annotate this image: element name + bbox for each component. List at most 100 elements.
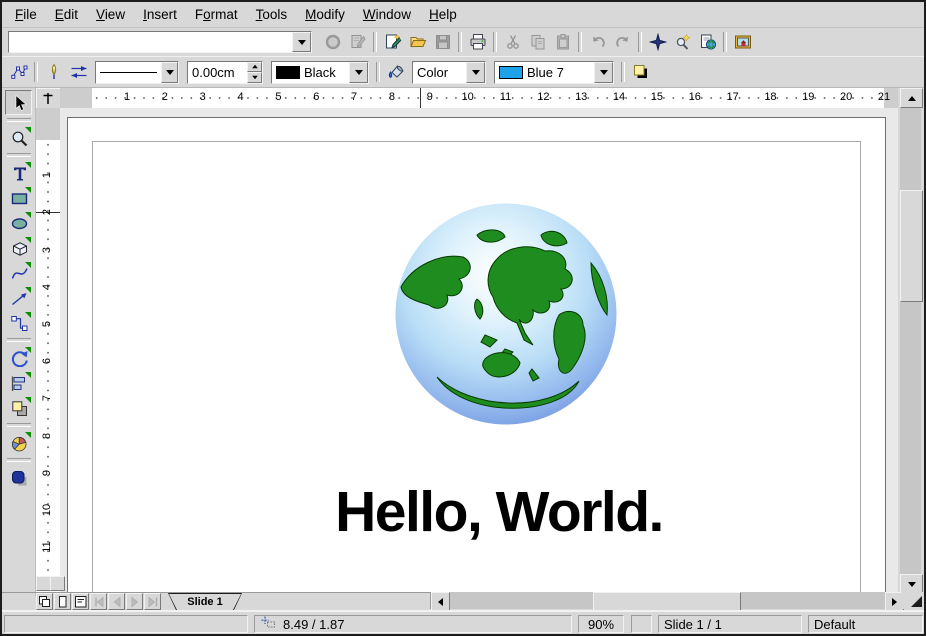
scroll-left-button[interactable]	[431, 592, 450, 611]
paste-button[interactable]	[550, 30, 575, 55]
hruler-number: 8	[383, 91, 401, 103]
tool-objects-3d-button[interactable]	[5, 235, 32, 260]
save-document-button[interactable]	[430, 30, 455, 55]
print-button[interactable]	[465, 30, 490, 55]
redo-button[interactable]	[610, 30, 635, 55]
stop-loading-button[interactable]	[320, 30, 345, 55]
status-position-cell: 8.49 / 1.87	[254, 615, 572, 633]
line-style-dropdown-button[interactable]	[161, 62, 178, 83]
menu-view[interactable]: View	[87, 4, 134, 25]
tool-zoom-button[interactable]	[5, 125, 32, 150]
tool-connector-button[interactable]	[5, 310, 32, 335]
line-width-value[interactable]: 0.00cm	[188, 62, 247, 83]
next-slide-icon	[128, 595, 142, 609]
zoom-level-value: 90%	[588, 617, 614, 632]
edit-file-button[interactable]	[345, 30, 370, 55]
globe-graphic[interactable]	[393, 201, 619, 427]
hruler-number: 17	[724, 91, 742, 103]
line-width-down-button[interactable]	[247, 72, 262, 83]
menu-modify[interactable]: Modify	[296, 4, 354, 25]
window-resize-grip[interactable]	[901, 592, 924, 609]
vruler-number: 3	[39, 242, 55, 258]
gallery-button[interactable]	[730, 30, 755, 55]
url-dropdown-button[interactable]	[292, 32, 311, 52]
open-document-button[interactable]	[405, 30, 430, 55]
menu-edit[interactable]: Edit	[46, 4, 87, 25]
tool-arrange-button[interactable]	[5, 395, 32, 420]
fill-type-dropdown-button[interactable]	[466, 62, 485, 83]
shadow-button[interactable]	[628, 60, 653, 85]
gallery-document-button[interactable]	[695, 30, 720, 55]
slide-page[interactable]: Hello, World.	[67, 117, 886, 592]
line-width-up-button[interactable]	[247, 62, 262, 73]
url-combobox[interactable]	[8, 31, 312, 53]
splitter-handle[interactable]	[36, 576, 51, 591]
navigator-button[interactable]	[645, 30, 670, 55]
cut-button[interactable]	[500, 30, 525, 55]
tool-select-button[interactable]	[5, 90, 32, 115]
menu-file[interactable]: File	[6, 4, 46, 25]
copy-button[interactable]	[525, 30, 550, 55]
fill-color-dropdown[interactable]: Blue 7	[494, 61, 614, 84]
next-slide-button[interactable]	[126, 593, 143, 610]
last-slide-button[interactable]	[144, 593, 161, 610]
fill-style-button[interactable]	[383, 60, 408, 85]
vertical-scroll-thumb[interactable]	[900, 190, 923, 302]
line-style-dropdown[interactable]	[95, 61, 179, 84]
hruler-number: 13	[572, 91, 590, 103]
tool-rotate-button[interactable]	[5, 345, 32, 370]
slide-view-button[interactable]	[36, 593, 53, 610]
vertical-scrollbar[interactable]	[900, 88, 921, 592]
navigator-icon	[649, 33, 667, 51]
status-page-style-cell[interactable]: Default	[808, 615, 923, 633]
status-zoom-cell[interactable]: 90%	[578, 615, 624, 633]
outline-view-button[interactable]	[72, 593, 89, 610]
tool-insert-button[interactable]	[5, 430, 32, 455]
tool-curve-button[interactable]	[5, 260, 32, 285]
splitter-handle[interactable]	[50, 576, 65, 591]
separator	[493, 32, 497, 52]
url-input[interactable]	[9, 32, 292, 52]
fill-color-dropdown-button[interactable]	[594, 62, 613, 83]
slide-title-text[interactable]: Hello, World.	[289, 480, 709, 544]
vertical-ruler: 123456789101112	[36, 108, 61, 592]
undo-button[interactable]	[585, 30, 610, 55]
tool-rectangle-button[interactable]	[5, 185, 32, 210]
ruler-origin-button[interactable]	[36, 88, 62, 110]
vruler-number: 8	[39, 428, 55, 444]
slide-indicator-value: Slide 1 / 1	[664, 617, 722, 632]
tool-text-button[interactable]	[5, 160, 32, 185]
line-width-spinner[interactable]: 0.00cm	[187, 61, 263, 84]
pen-style-button[interactable]	[41, 60, 66, 85]
menu-tools[interactable]: Tools	[247, 4, 297, 25]
new-document-button[interactable]	[380, 30, 405, 55]
cursor-position-value: 8.49 / 1.87	[283, 617, 344, 632]
zoom-button[interactable]	[670, 30, 695, 55]
menu-format[interactable]: Format	[186, 4, 247, 25]
horizontal-scroll-thumb[interactable]	[593, 592, 741, 611]
fill-type-dropdown[interactable]: Color	[412, 61, 486, 84]
tool-effects-3d-button[interactable]	[5, 465, 32, 490]
scroll-down-button[interactable]	[900, 574, 923, 594]
tool-alignment-button[interactable]	[5, 370, 32, 395]
scroll-up-button[interactable]	[900, 88, 923, 108]
line-color-swatch	[276, 66, 300, 79]
notes-view-button[interactable]	[54, 593, 71, 610]
select-icon	[10, 94, 28, 112]
hruler-number: 20	[837, 91, 855, 103]
menu-insert[interactable]: Insert	[134, 4, 186, 25]
menu-help[interactable]: Help	[420, 4, 466, 25]
line-color-dropdown[interactable]: Black	[271, 61, 369, 84]
previous-slide-button[interactable]	[108, 593, 125, 610]
slide-canvas[interactable]: Hello, World.	[60, 108, 898, 592]
line-ends-button[interactable]	[66, 60, 91, 85]
first-slide-button[interactable]	[90, 593, 107, 610]
tool-lines-arrows-button[interactable]	[5, 285, 32, 310]
separator	[34, 62, 38, 82]
hruler-number: 18	[761, 91, 779, 103]
line-color-dropdown-button[interactable]	[349, 62, 368, 83]
edit-points-button[interactable]	[6, 60, 31, 85]
horizontal-scrollbar[interactable]	[430, 592, 902, 609]
tool-ellipse-button[interactable]	[5, 210, 32, 235]
menu-window[interactable]: Window	[354, 4, 420, 25]
